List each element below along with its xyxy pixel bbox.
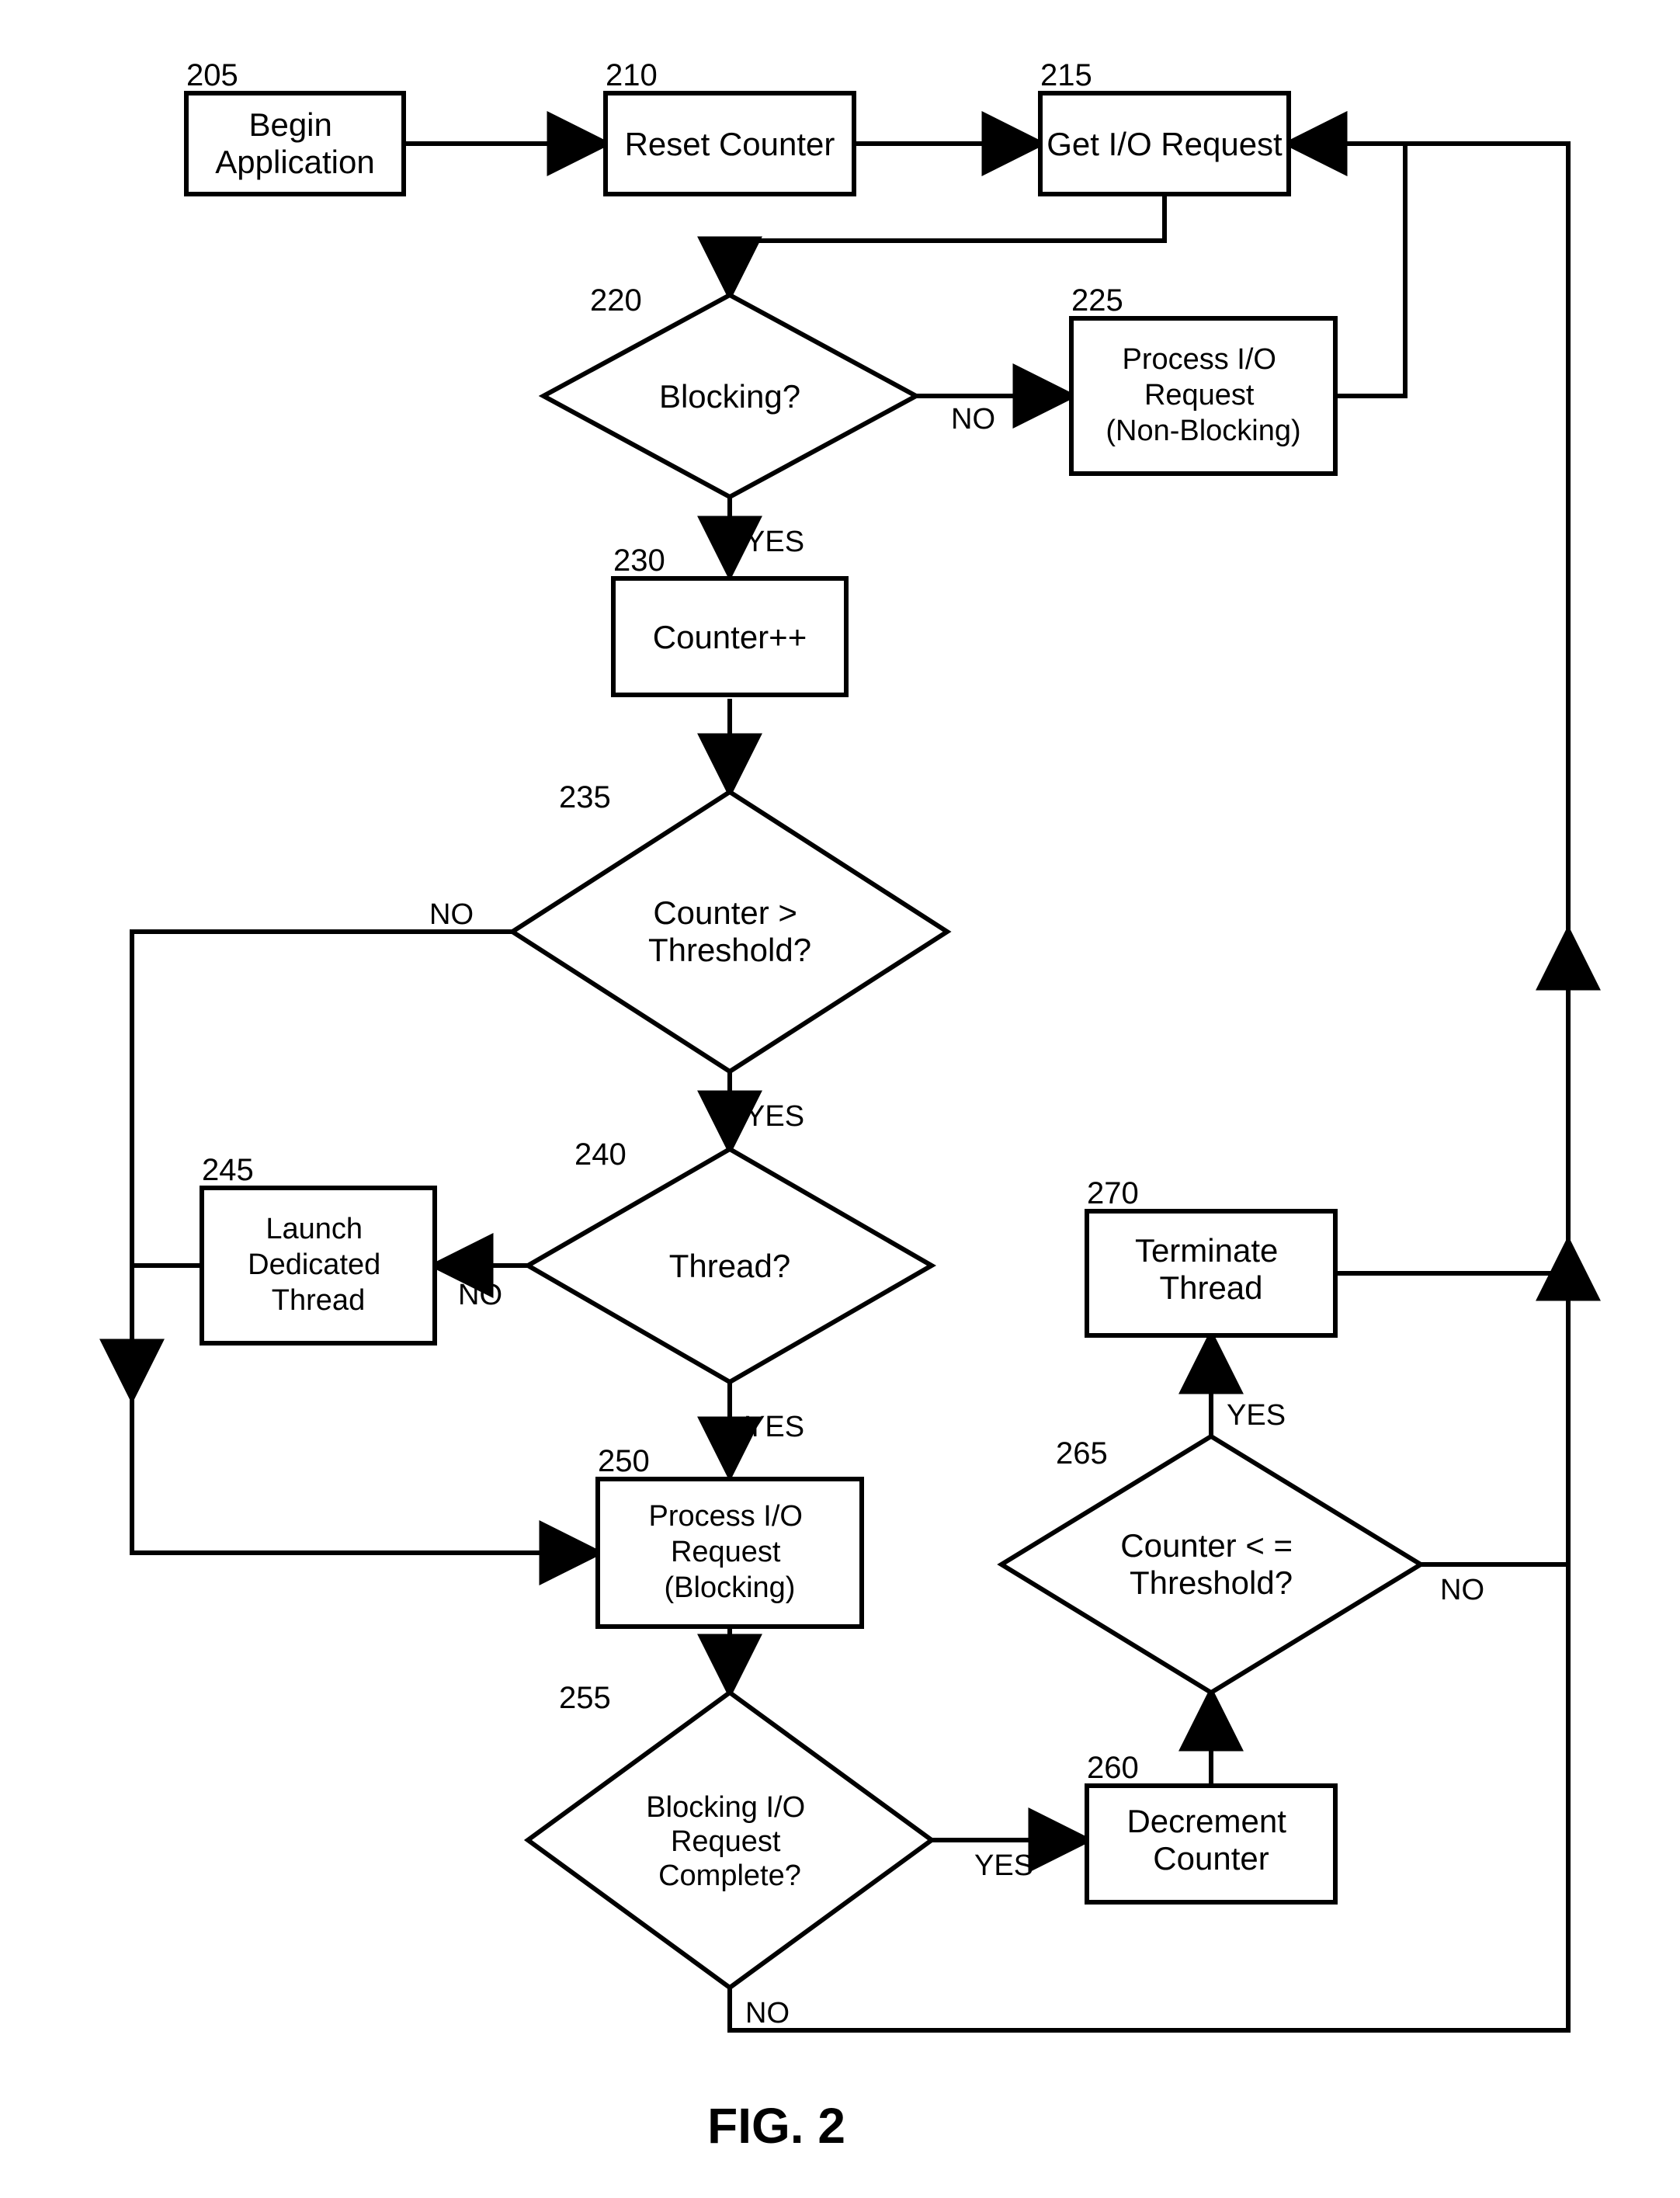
edge-label-255-yes: YES [974, 1849, 1033, 1882]
node-230-text: Counter++ [653, 619, 807, 655]
node-235-text: Counter > Threshold? [648, 894, 811, 968]
edge-label-265-yes: YES [1227, 1399, 1286, 1432]
edge-270-loop [1335, 932, 1568, 1273]
node-240-text: Thread? [669, 1248, 790, 1284]
node-210: 210 Reset Counter [606, 58, 854, 194]
edge-label-240-yes: YES [745, 1411, 804, 1443]
node-250-text: Process I/O Request (Blocking) [648, 1500, 810, 1604]
node-235-number: 235 [559, 780, 611, 814]
node-230-number: 230 [613, 543, 665, 578]
edge-label-220-no: NO [951, 403, 995, 436]
edge-label-235-no: NO [429, 898, 474, 931]
node-240-number: 240 [574, 1137, 627, 1172]
node-205: 205 Begin Application [186, 58, 404, 194]
node-225-number: 225 [1071, 283, 1123, 318]
node-205-number: 205 [186, 58, 238, 92]
node-225: 225 Process I/O Request (Non-Blocking) [1071, 283, 1335, 474]
node-210-text: Reset Counter [625, 126, 835, 162]
node-260-number: 260 [1087, 1751, 1139, 1785]
edge-245-join [132, 1266, 202, 1398]
node-270-number: 270 [1087, 1176, 1139, 1210]
node-265-number: 265 [1056, 1436, 1108, 1471]
edge-label-220-yes: YES [745, 526, 804, 558]
node-270: 270 Terminate Thread [1087, 1176, 1335, 1335]
node-215-text: Get I/O Request [1047, 126, 1283, 162]
edge-label-240-no: NO [458, 1279, 502, 1311]
node-250-number: 250 [598, 1444, 650, 1478]
edge-label-265-no: NO [1440, 1574, 1484, 1606]
edge-265-no-loop [1421, 1242, 1568, 1564]
node-240: 240 Thread? [528, 1137, 932, 1382]
node-245: 245 Launch Dedicated Thread [202, 1153, 435, 1343]
node-245-number: 245 [202, 1153, 254, 1187]
node-215: 215 Get I/O Request [1040, 58, 1289, 194]
figure-title: FIG. 2 [707, 2098, 845, 2154]
edge-label-235-yes: YES [745, 1100, 804, 1133]
node-220-text: Blocking? [659, 378, 800, 415]
node-220: 220 Blocking? [543, 283, 916, 497]
node-265-text: Counter < = Threshold? [1120, 1527, 1301, 1601]
edge-215-220 [730, 190, 1165, 295]
node-265: 265 Counter < = Threshold? [1001, 1436, 1421, 1693]
node-210-number: 210 [606, 58, 658, 92]
edge-label-255-no: NO [745, 1997, 790, 2030]
node-220-number: 220 [590, 283, 642, 318]
node-215-number: 215 [1040, 58, 1092, 92]
node-255-text: Blocking I/O Request Complete? [646, 1791, 813, 1892]
node-235: 235 Counter > Threshold? [512, 780, 947, 1071]
node-255: 255 Blocking I/O Request Complete? [528, 1681, 932, 1988]
node-255-number: 255 [559, 1681, 611, 1715]
